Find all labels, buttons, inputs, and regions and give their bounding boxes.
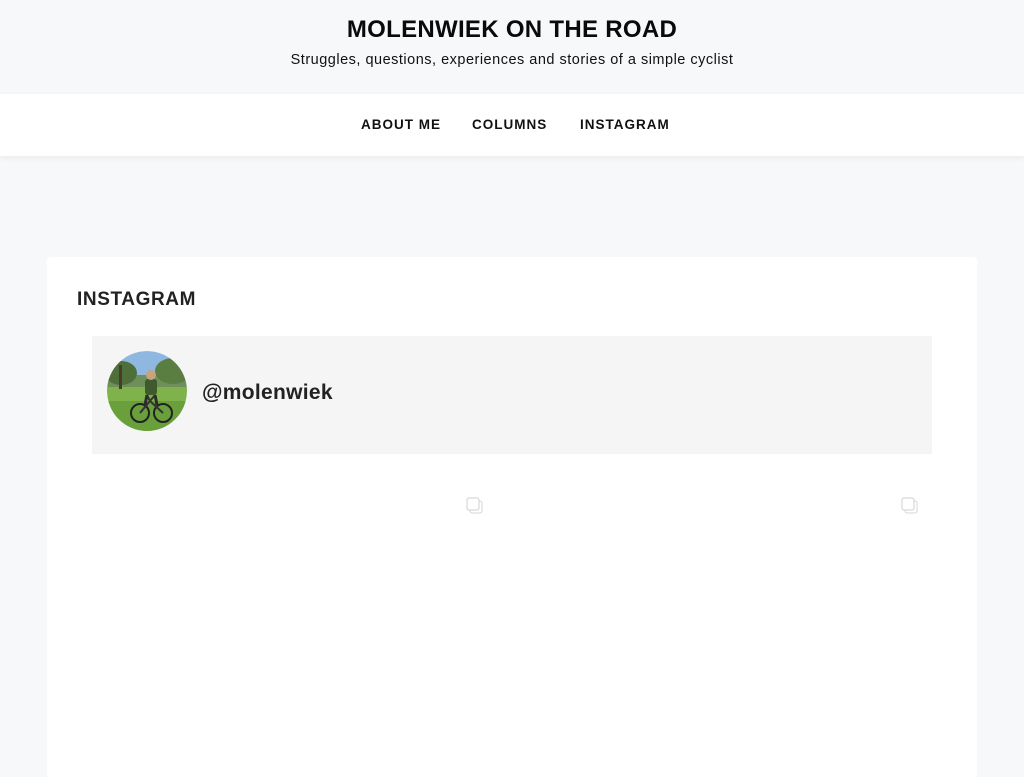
instagram-gallery — [92, 487, 932, 777]
site-title[interactable]: MOLENWIEK ON THE ROAD — [0, 15, 1024, 45]
instagram-username[interactable]: @molenwiek — [202, 381, 333, 405]
section-heading: INSTAGRAM — [77, 289, 197, 310]
site-tagline: Struggles, questions, experiences and st… — [290, 52, 734, 68]
carousel-icon — [901, 497, 918, 514]
instagram-profile-header: @molenwiek — [92, 336, 932, 454]
nav-item-columns[interactable]: COLUMNS — [472, 117, 547, 133]
cyclist-avatar-image — [107, 351, 187, 431]
carousel-icon — [466, 497, 483, 514]
nav-item-instagram[interactable]: INSTAGRAM — [580, 117, 670, 133]
main-navigation: ABOUT ME COLUMNS INSTAGRAM — [0, 94, 1024, 156]
gallery-tile[interactable] — [92, 487, 512, 777]
profile-avatar[interactable] — [107, 351, 187, 431]
nav-item-about-me[interactable]: ABOUT ME — [361, 117, 441, 133]
site-header: MOLENWIEK ON THE ROAD Struggles, questio… — [0, 0, 1024, 94]
content-card: INSTAGRAM @molenwiek — [47, 257, 977, 777]
gallery-tile[interactable] — [527, 487, 947, 777]
